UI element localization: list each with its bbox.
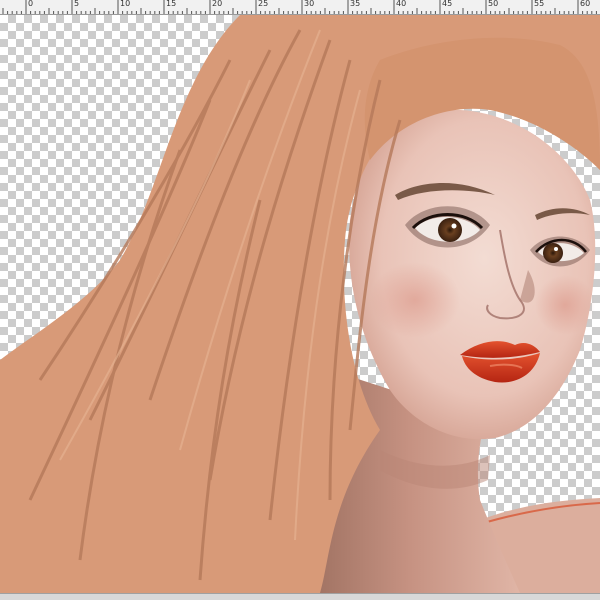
ruler-label: 25 [258,0,269,8]
ruler-label: 10 [120,0,131,8]
ruler-label: 50 [488,0,499,8]
cheek-blush-left [370,262,460,338]
left-iris [438,218,462,242]
ruler-label: 15 [166,0,177,8]
right-eye-highlight [554,247,558,251]
cheek-blush-right [535,275,595,335]
ruler-label: 55 [534,0,545,8]
ruler-label: 30 [304,0,315,8]
horizontal-scrollbar[interactable] [0,593,600,600]
image-canvas[interactable] [0,15,600,593]
ruler-label: 0 [28,0,34,8]
right-iris [543,243,563,263]
ruler-label: 20 [212,0,223,8]
left-eye-highlight [451,223,457,229]
ruler-ticks [2,0,597,14]
ruler-label: 5 [74,0,80,8]
portrait-painting [0,15,600,593]
ruler-label: 45 [442,0,453,8]
paint-app: 0 5 10 15 20 25 30 35 40 45 50 55 60 [0,0,600,600]
ruler-label: 60 [580,0,591,8]
ruler-label: 35 [350,0,361,8]
ruler-label: 40 [396,0,407,8]
horizontal-ruler[interactable]: 0 5 10 15 20 25 30 35 40 45 50 55 60 [0,0,600,15]
